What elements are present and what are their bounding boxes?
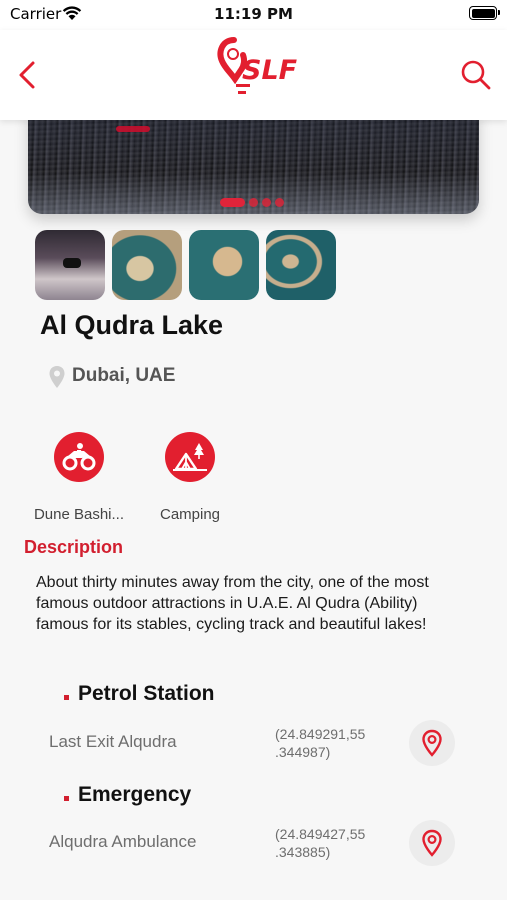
map-pin-icon xyxy=(422,829,442,857)
chevron-left-icon xyxy=(19,61,35,89)
thumbnail-strip xyxy=(35,230,336,300)
carousel-dot[interactable] xyxy=(249,197,258,207)
svg-text:SLF: SLF xyxy=(242,55,298,86)
poi-name: Last Exit Alqudra xyxy=(49,732,177,751)
carousel-dot-active[interactable] xyxy=(220,197,245,207)
back-button[interactable] xyxy=(12,55,44,95)
activity-icon-circle xyxy=(54,432,104,482)
slf-logo: SLF xyxy=(214,34,300,104)
thumbnail-image[interactable] xyxy=(266,230,336,300)
hero-image[interactable] xyxy=(28,110,479,214)
carousel-dot[interactable] xyxy=(275,197,284,207)
activity-label: Dune Bashi... xyxy=(33,506,125,523)
search-button[interactable] xyxy=(459,54,493,94)
search-icon xyxy=(461,60,491,90)
bullet-icon xyxy=(64,694,69,700)
nav-bar: SLF xyxy=(0,30,507,120)
activity-dune-bashing[interactable]: Dune Bashi... xyxy=(24,432,134,523)
thumbnail-image[interactable] xyxy=(35,230,105,300)
activity-label: Camping xyxy=(159,506,221,523)
carousel-dots xyxy=(220,197,284,207)
thumbnail-image[interactable] xyxy=(112,230,182,300)
status-time: 11:19 PM xyxy=(214,5,293,23)
camping-tent-icon xyxy=(173,443,207,471)
location-pin-icon xyxy=(49,366,65,388)
battery-icon xyxy=(469,6,500,20)
bullet-icon xyxy=(64,795,69,801)
section-title-emergency: Emergency xyxy=(64,783,191,807)
open-map-button[interactable] xyxy=(409,720,455,766)
place-location: Dubai, UAE xyxy=(72,365,176,386)
description-text: About thirty minutes away from the city,… xyxy=(36,574,429,633)
thumbnail-image[interactable] xyxy=(189,230,259,300)
carousel-dot[interactable] xyxy=(262,197,271,207)
map-pin-icon xyxy=(422,729,442,757)
status-bar: Carrier 11:19 PM xyxy=(0,0,507,30)
open-map-button[interactable] xyxy=(409,820,455,866)
activity-icon-circle xyxy=(165,432,215,482)
section-title-petrol-station: Petrol Station xyxy=(64,682,215,706)
description-heading: Description xyxy=(24,537,124,557)
atv-icon xyxy=(62,443,96,471)
poi-name: Alqudra Ambulance xyxy=(49,832,197,851)
place-title: Al Qudra Lake xyxy=(40,310,224,340)
poi-coordinates: (24.849427,55 .343885) xyxy=(275,826,366,860)
activity-camping[interactable]: Camping xyxy=(135,432,245,523)
poi-coordinates: (24.849291,55 .344987) xyxy=(275,726,366,760)
